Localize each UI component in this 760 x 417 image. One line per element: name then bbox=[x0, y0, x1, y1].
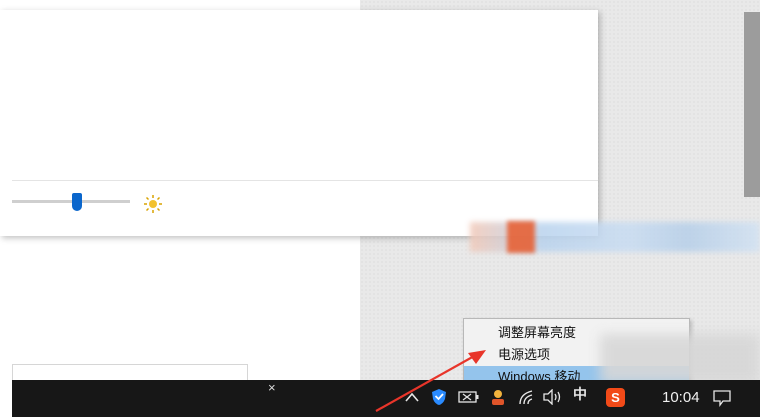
scrollbar[interactable] bbox=[744, 12, 760, 197]
sun-icon bbox=[144, 195, 162, 213]
notification-icon[interactable] bbox=[712, 389, 732, 407]
blurred-logo bbox=[507, 221, 535, 253]
flyout-divider bbox=[12, 180, 598, 181]
wifi-icon[interactable] bbox=[518, 388, 536, 406]
close-icon[interactable]: × bbox=[268, 380, 276, 395]
taskbar-clock[interactable]: 10:04 bbox=[662, 389, 700, 406]
brightness-slider-thumb[interactable] bbox=[71, 193, 82, 211]
window-panel bbox=[12, 364, 248, 381]
volume-icon[interactable] bbox=[542, 389, 562, 405]
ime-indicator[interactable]: 中 bbox=[573, 384, 587, 404]
annotation-arrow bbox=[375, 350, 486, 412]
sogou-icon[interactable]: S bbox=[606, 388, 625, 407]
user-icon[interactable] bbox=[489, 388, 507, 406]
blurred-region bbox=[600, 334, 760, 384]
